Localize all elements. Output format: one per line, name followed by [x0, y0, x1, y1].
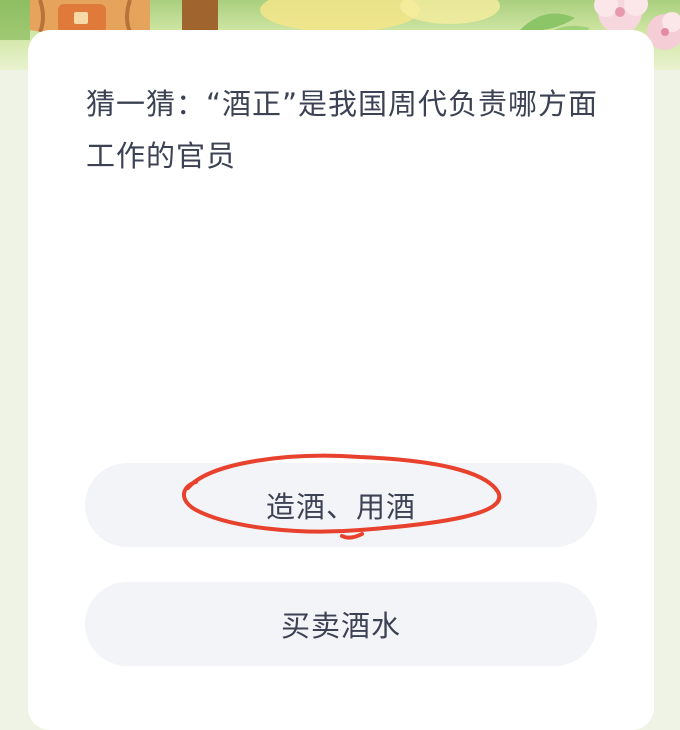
option-2-label: 买卖酒水: [280, 609, 401, 643]
question-text: 猜一猜：“酒正”是我国周代负责哪方面工作的官员: [86, 87, 599, 173]
tree-trunk: [182, 0, 218, 32]
option-1-label: 造酒、用酒: [265, 490, 416, 524]
question-card: 猜一猜：“酒正”是我国周代负责哪方面工作的官员 造酒、用酒 买卖酒水: [28, 30, 654, 730]
option-2-button[interactable]: 买卖酒水: [85, 582, 597, 666]
option-1-button[interactable]: 造酒、用酒: [85, 463, 597, 547]
